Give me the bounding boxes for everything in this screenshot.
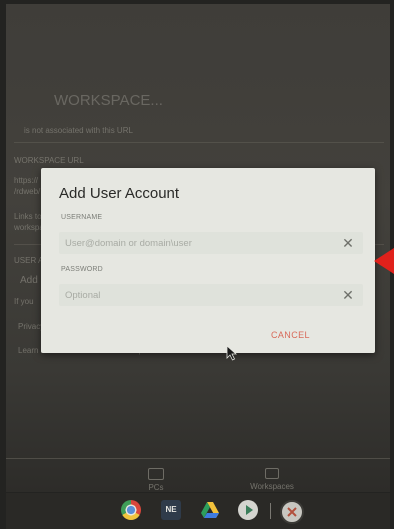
- play-store-icon[interactable]: [238, 500, 258, 520]
- username-label: USERNAME: [61, 214, 103, 221]
- pc-icon: [148, 468, 164, 480]
- username-clear-icon[interactable]: ✕: [341, 236, 355, 250]
- background-heading: WORKSPACE...: [54, 92, 163, 109]
- tab-workspaces[interactable]: Workspaces: [242, 468, 302, 491]
- background-section-label: USER A: [14, 256, 44, 265]
- password-clear-icon[interactable]: ✕: [341, 288, 355, 302]
- divider: [14, 142, 384, 143]
- tab-pcs[interactable]: PCs: [136, 468, 176, 492]
- pointer-arrow-icon: [374, 248, 394, 274]
- password-label: PASSWORD: [61, 266, 103, 273]
- add-user-account-dialog: Add User Account USERNAME ✕ PASSWORD ✕ C…: [41, 168, 375, 353]
- divider: [6, 458, 390, 459]
- background-url-path: /rdweb/: [14, 187, 41, 196]
- chrome-icon[interactable]: [121, 500, 141, 520]
- workspace-icon: [265, 468, 279, 479]
- background-text: is not associated with this URL: [24, 126, 133, 135]
- tab-workspaces-label: Workspaces: [250, 482, 294, 491]
- password-field-container: ✕: [59, 284, 363, 306]
- ne-app-icon[interactable]: NE: [161, 500, 181, 520]
- background-add-button: Add: [20, 275, 38, 286]
- mouse-cursor-icon: [226, 345, 238, 361]
- background-url: https://: [14, 176, 39, 185]
- password-input[interactable]: [65, 287, 325, 303]
- background-text: If you: [14, 297, 34, 306]
- remote-desktop-icon[interactable]: [280, 500, 304, 524]
- shelf-divider: [270, 503, 271, 519]
- background-section-label: WORKSPACE URL: [14, 156, 84, 165]
- tab-pcs-label: PCs: [148, 483, 164, 492]
- background-text: Links to: [14, 212, 42, 221]
- username-input[interactable]: [65, 235, 325, 251]
- drive-icon[interactable]: [200, 500, 220, 520]
- dialog-title: Add User Account: [59, 185, 180, 202]
- shelf: NE: [6, 493, 390, 529]
- username-field-container: ✕: [59, 232, 363, 254]
- device-frame: WORKSPACE... is not associated with this…: [0, 0, 394, 529]
- cancel-button[interactable]: CANCEL: [271, 330, 310, 340]
